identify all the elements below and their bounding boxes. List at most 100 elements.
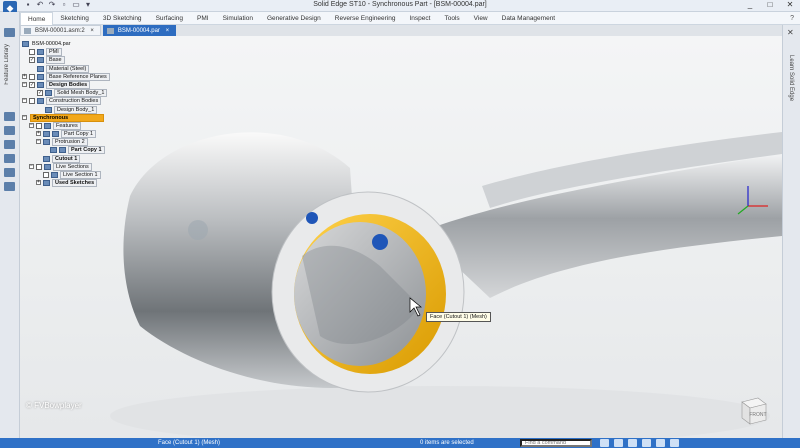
tab-sketching[interactable]: Sketching [53, 12, 96, 25]
find-command-input[interactable] [520, 439, 592, 447]
tab-reverse-engineering[interactable]: Reverse Engineering [328, 12, 403, 25]
tree-item-design-body[interactable]: Design Body_1 [22, 105, 142, 114]
tree-item-features[interactable]: − Features [22, 121, 142, 130]
design-body-icon [45, 106, 52, 113]
families-icon[interactable] [4, 140, 15, 149]
visibility-checkbox[interactable] [36, 163, 42, 170]
tree-item-label: Design Bodies [46, 80, 91, 89]
tree-item-used-sketches[interactable]: + Used Sketches [22, 179, 142, 188]
tree-item-material[interactable]: Material (Steel) [22, 64, 142, 73]
cylinder-marker [188, 220, 208, 240]
expand-icon[interactable]: + [36, 180, 41, 186]
design-bodies-icon [37, 81, 44, 88]
tree-item-solid-mesh-body[interactable]: ✓ Solid Mesh Body_1 [22, 89, 142, 98]
tab-simulation[interactable]: Simulation [216, 12, 260, 25]
alerts-icon[interactable] [4, 154, 15, 163]
doc-tab-part[interactable]: BSM-00004.par × [102, 25, 177, 36]
view-cube[interactable]: FRONT [736, 392, 770, 426]
path-finder-icon[interactable] [4, 28, 15, 37]
visibility-checkbox[interactable] [29, 98, 35, 105]
variables-icon[interactable] [4, 182, 15, 191]
search-icon[interactable] [4, 168, 15, 177]
minimize-button[interactable]: _ [744, 0, 756, 10]
part-file-icon [106, 28, 114, 34]
tree-item-label: Construction Bodies [46, 97, 102, 106]
tree-item-protrusion[interactable]: − Protrusion 2 [22, 138, 142, 147]
shading-icon[interactable] [670, 439, 679, 447]
graphics-viewport[interactable]: BSM-00004.par PMI ✓ Base Material (Steel… [20, 36, 782, 438]
fit-icon[interactable] [642, 439, 651, 447]
tab-tools[interactable]: Tools [437, 12, 466, 25]
tree-item-design-bodies[interactable]: − ✓ Design Bodies [22, 80, 142, 89]
visibility-checkbox[interactable] [29, 73, 35, 80]
part-file-icon [22, 41, 29, 47]
sensors-icon[interactable] [4, 126, 15, 135]
tab-data-management[interactable]: Data Management [495, 12, 562, 25]
tree-item-live-section[interactable]: Live Section 1 [22, 171, 142, 179]
collapse-icon[interactable]: − [22, 114, 27, 120]
protrusion-icon [43, 139, 50, 146]
material-icon [37, 65, 44, 72]
doc-tab-assembly[interactable]: BSM-00001.asm:2 × [20, 25, 101, 36]
window-title: Solid Edge ST10 - Synchronous Part - [BS… [313, 1, 487, 8]
expand-icon[interactable]: + [22, 73, 27, 79]
tree-item-label: Live Section 1 [60, 171, 101, 179]
tree-item-reference-planes[interactable]: + Base Reference Planes [22, 72, 142, 81]
feature-library-label[interactable]: Feature Library [4, 44, 10, 85]
view-cube-label: FRONT [749, 412, 766, 418]
rotate-icon[interactable] [628, 439, 637, 447]
construction-bodies-icon [37, 98, 44, 105]
tree-root[interactable]: BSM-00004.par [22, 40, 142, 48]
part-copy-icon [43, 131, 50, 138]
collapse-icon[interactable]: − [29, 163, 34, 169]
visibility-checkbox[interactable]: ✓ [37, 90, 43, 97]
tree-item-construction-bodies[interactable]: − Construction Bodies [22, 97, 142, 106]
expand-icon[interactable]: + [36, 131, 41, 137]
maximize-button[interactable]: □ [764, 0, 776, 10]
close-icon[interactable]: × [90, 28, 94, 34]
collapse-icon[interactable]: − [22, 98, 27, 104]
tab-pmi[interactable]: PMI [190, 12, 216, 25]
tree-item-label: Solid Mesh Body_1 [54, 89, 108, 98]
doc-tab-label: BSM-00004.par [117, 28, 160, 34]
tree-item-synchronous[interactable]: − Synchronous [22, 113, 142, 122]
tab-inspect[interactable]: Inspect [403, 12, 438, 25]
status-bar: Face (Cutout 1) (Mesh) 0 items are selec… [0, 438, 800, 448]
tree-item-part-copy-child[interactable]: Part Copy 1 [22, 146, 142, 155]
pan-icon[interactable] [614, 439, 623, 447]
tab-surfacing[interactable]: Surfacing [149, 12, 190, 25]
tab-3d-sketching[interactable]: 3D Sketching [96, 12, 149, 25]
tab-view[interactable]: View [467, 12, 495, 25]
tree-item-label: Material (Steel) [46, 64, 90, 73]
visibility-checkbox[interactable] [36, 122, 42, 129]
collapse-icon[interactable]: − [36, 139, 41, 145]
learn-solid-edge-label[interactable]: Learn Solid Edge [788, 55, 794, 101]
close-icon[interactable]: × [166, 28, 170, 34]
tab-generative-design[interactable]: Generative Design [260, 12, 328, 25]
hover-tooltip: Face (Cutout 1) (Mesh) [426, 312, 491, 322]
close-button[interactable]: ✕ [784, 0, 796, 10]
link-icon [59, 147, 66, 154]
collapse-icon[interactable]: − [29, 122, 34, 128]
mesh-body-icon [45, 90, 52, 97]
close-icon[interactable]: ✕ [787, 28, 794, 37]
tab-home[interactable]: Home [20, 11, 54, 25]
zoom-icon[interactable] [600, 439, 609, 447]
tree-root-label: BSM-00004.par [32, 41, 71, 47]
tree-item-pmi[interactable]: PMI [22, 48, 142, 57]
tree-item-cutout[interactable]: Cutout 1 [22, 154, 142, 163]
view-orientation-icon[interactable] [656, 439, 665, 447]
visibility-checkbox[interactable] [43, 172, 49, 178]
tree-item-label: Base [46, 56, 65, 65]
sketches-icon [43, 180, 50, 187]
tree-item-live-sections[interactable]: − Live Sections [22, 162, 142, 171]
layers-icon[interactable] [4, 112, 15, 121]
tree-item-base[interactable]: ✓ Base [22, 56, 142, 65]
visibility-checkbox[interactable] [29, 49, 35, 56]
visibility-checkbox[interactable]: ✓ [29, 57, 35, 64]
collapse-icon[interactable]: − [22, 81, 27, 87]
tree-item-part-copy[interactable]: + Part Copy 1 [22, 130, 142, 139]
visibility-checkbox[interactable]: ✓ [29, 81, 35, 88]
help-icon[interactable]: ? [790, 15, 800, 22]
part-copy-icon [50, 147, 57, 154]
